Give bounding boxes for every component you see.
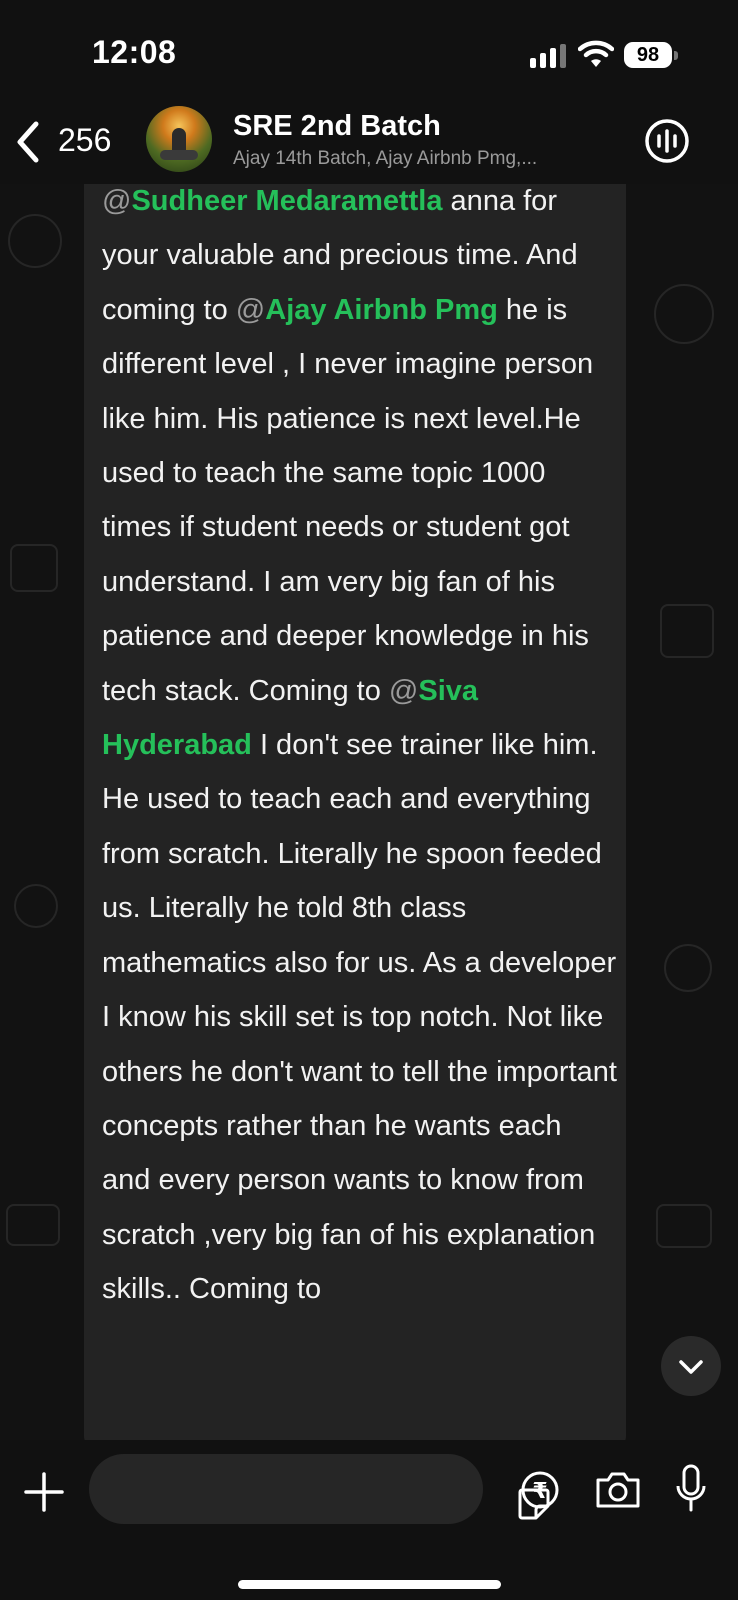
svg-text:₹: ₹ xyxy=(532,1479,547,1504)
mention-at-sign: @ xyxy=(102,185,132,217)
home-indicator[interactable] xyxy=(238,1580,501,1589)
mention-link[interactable]: @Sudheer Medaramettla xyxy=(102,185,443,217)
message-text-segment: he is different level , I never imagine … xyxy=(102,293,594,707)
battery-tip xyxy=(674,51,678,60)
microphone-icon[interactable] xyxy=(676,1464,706,1514)
mention-name[interactable]: Sudheer Medaramettla xyxy=(131,185,442,217)
chat-area[interactable]: @Sudheer Medaramettla anna for your valu… xyxy=(0,184,738,1440)
voice-call-waveform-icon[interactable] xyxy=(644,118,690,164)
avatar-base xyxy=(160,150,198,160)
message-text-segment: I don't see trainer like him. He used to… xyxy=(102,729,617,1306)
rupee-icon[interactable]: ₹ xyxy=(520,1470,560,1510)
plus-icon[interactable] xyxy=(22,1470,66,1514)
mention-link[interactable]: @Ajay Airbnb Pmg xyxy=(236,294,498,326)
wallpaper-doodle xyxy=(6,1204,60,1246)
wallpaper-doodle xyxy=(14,884,58,928)
message-composer: ₹ xyxy=(0,1440,738,1600)
cellular-signal-icon xyxy=(530,44,566,68)
battery-indicator: 98 xyxy=(624,42,672,68)
status-bar: 12:08 98 xyxy=(0,0,738,100)
wallpaper-doodle xyxy=(656,1204,712,1248)
wallpaper-doodle xyxy=(8,214,62,268)
message-input[interactable] xyxy=(109,1468,413,1510)
mention-name[interactable]: Ajay Airbnb Pmg xyxy=(265,294,498,326)
message-text: @Sudheer Medaramettla anna for your valu… xyxy=(102,184,617,1317)
chevron-down-icon xyxy=(679,1360,703,1374)
camera-icon[interactable] xyxy=(594,1470,642,1510)
mention-at-sign: @ xyxy=(388,674,419,707)
back-count[interactable]: 256 xyxy=(58,122,111,159)
wallpaper-doodle xyxy=(664,944,712,992)
group-avatar[interactable] xyxy=(146,106,212,172)
back-chevron-icon[interactable] xyxy=(14,120,42,164)
chat-header: 256 SRE 2nd Batch Ajay 14th Batch, Ajay … xyxy=(0,100,738,184)
scroll-to-bottom-button[interactable] xyxy=(661,1336,721,1396)
wallpaper-doodle xyxy=(660,604,714,658)
status-time: 12:08 xyxy=(92,34,177,70)
chat-participants[interactable]: Ajay 14th Batch, Ajay Airbnb Pmg,... xyxy=(233,148,613,170)
wifi-icon xyxy=(578,40,614,67)
mention-at-sign: @ xyxy=(235,293,266,326)
wallpaper-doodle xyxy=(654,284,714,344)
wallpaper-doodle xyxy=(10,544,58,592)
chat-title[interactable]: SRE 2nd Batch xyxy=(233,110,441,143)
message-input-field[interactable] xyxy=(89,1454,550,1524)
